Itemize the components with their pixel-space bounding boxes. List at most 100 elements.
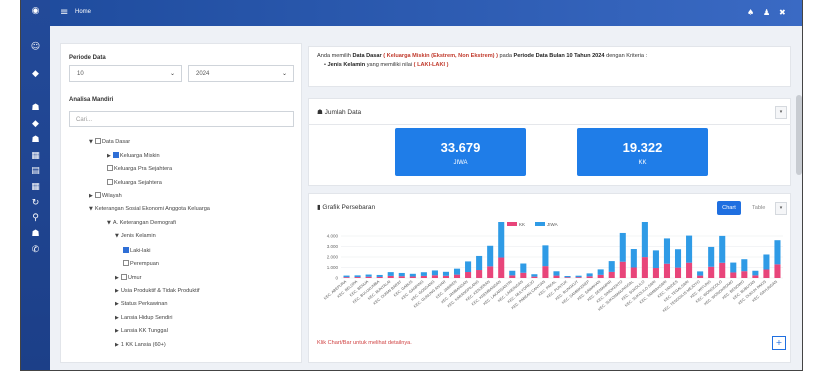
caret-right-icon[interactable]: ▶ <box>107 153 111 159</box>
legend-swatch <box>535 222 545 226</box>
tree-item[interactable]: Keluarga Pra Sejahtera <box>107 165 172 173</box>
page-scrollbar[interactable] <box>796 95 802 175</box>
collapse-button[interactable]: ▾ <box>775 202 787 215</box>
bar-kk <box>564 277 571 278</box>
tree-search-input[interactable]: Cari... <box>69 111 294 127</box>
group-icon[interactable]: ☗ <box>30 135 41 146</box>
bar-jiwa <box>531 274 538 277</box>
bar-kk <box>774 264 781 278</box>
team-icon[interactable]: ☗ <box>30 229 41 240</box>
bar-jiwa <box>453 268 461 275</box>
bar-kk <box>354 277 361 278</box>
map-icon[interactable]: ◆ <box>30 119 41 130</box>
bar-kk <box>730 272 737 278</box>
tree-item[interactable]: ▶ Keluarga Miskin <box>107 151 160 160</box>
tree-item[interactable]: ▶ Lansia KK Tunggal <box>115 328 168 335</box>
caret-down-icon[interactable]: ▼ <box>115 233 119 239</box>
hamburger-icon[interactable]: ≡ <box>60 7 68 18</box>
caret-down-icon[interactable]: ▼ <box>89 206 93 212</box>
tree-checkbox[interactable] <box>123 246 129 253</box>
caret-right-icon[interactable]: ▶ <box>115 315 119 321</box>
bell-icon[interactable]: ♠ <box>747 8 754 17</box>
tree-item-label: Keluarga Pra Sejahtera <box>114 166 173 173</box>
breadcrumb-home[interactable]: Home <box>75 9 91 15</box>
caret-right-icon[interactable]: ▶ <box>115 288 119 294</box>
tree-checkbox[interactable] <box>120 274 127 280</box>
bar-kk <box>398 276 405 278</box>
bar-jiwa <box>542 245 549 267</box>
tree-item[interactable]: ▶ Wilayah <box>89 192 122 200</box>
add-button[interactable]: + <box>772 336 786 350</box>
phone-icon[interactable]: ✆ <box>30 245 41 256</box>
tree-item[interactable]: ▼ Jenis Kelamin <box>115 233 156 240</box>
tree-checkbox[interactable] <box>94 138 101 144</box>
jumlah-data-title: ☗ Jumlah Data <box>317 108 362 116</box>
tree-item-label: Lansia KK Tunggal <box>120 328 168 335</box>
collapse-button[interactable]: ▾ <box>775 106 787 119</box>
grid-icon[interactable]: ▦ <box>30 182 41 193</box>
caret-down-icon[interactable]: ▼ <box>107 220 111 226</box>
caret-down-icon[interactable]: ▼ <box>89 139 93 145</box>
tree-item[interactable]: ▼ Keterangan Sosial Ekonomi Anggota Kelua… <box>89 206 210 213</box>
tree-checkbox[interactable] <box>112 151 119 158</box>
tree-item[interactable]: ▼ Data Dasar <box>89 138 130 146</box>
y-tick-label: 1.000 <box>327 265 339 270</box>
refresh-icon[interactable]: ↻ <box>30 198 41 209</box>
caret-right-icon[interactable]: ▶ <box>115 275 119 281</box>
tree-item-label: Keluarga Sejahtera <box>114 179 162 186</box>
dashboard-icon[interactable]: ◆ <box>30 69 41 80</box>
bar-jiwa <box>641 222 648 258</box>
tree-item[interactable]: Perempuan <box>123 260 159 268</box>
logo-icon[interactable]: ◉ <box>30 6 41 17</box>
bar-kk <box>465 272 472 278</box>
tree-item-label: Lansia Hidup Sendiri <box>120 314 173 321</box>
database-icon[interactable]: ▤ <box>30 166 41 177</box>
tree-checkbox[interactable] <box>107 178 113 185</box>
legend-label: JIWA <box>547 222 558 227</box>
users-icon[interactable]: ☗ <box>30 103 41 114</box>
caret-right-icon[interactable]: ▶ <box>89 193 93 199</box>
tree-item[interactable]: ▶ 1 KK Lansia (60+) <box>115 342 166 349</box>
fullscreen-icon[interactable]: ✖ <box>779 8 786 17</box>
bar-jiwa <box>509 270 516 276</box>
tree-item-label: Keluarga Miskin <box>119 152 160 159</box>
user-icon[interactable]: ☺ <box>30 42 41 53</box>
bar-kk <box>608 271 615 278</box>
tree-item-label: Usia Produktif & Tidak Produktif <box>120 287 200 294</box>
table-icon[interactable]: ▦ <box>30 151 41 162</box>
bar-jiwa <box>741 259 748 272</box>
stat-value: 33.679 <box>440 140 481 155</box>
bar-kk <box>509 275 516 278</box>
caret-right-icon[interactable]: ▶ <box>115 301 119 307</box>
caret-right-icon[interactable]: ▶ <box>115 328 119 334</box>
bar-jiwa <box>420 272 427 276</box>
bar-kk <box>520 272 527 278</box>
bar-jiwa <box>575 275 582 278</box>
tree-item[interactable]: ▶ Umur <box>115 274 142 282</box>
stat-jiwa[interactable]: 33.679 JIWA <box>395 128 526 176</box>
bar-kk <box>719 262 726 278</box>
tree-item-label: 1 KK Lansia (60+) <box>120 342 166 348</box>
tree-item[interactable]: ▶ Usia Produktif & Tidak Produktif <box>115 288 200 295</box>
tree-item[interactable]: ▶ Status Perkawinan <box>115 301 168 308</box>
search-icon[interactable]: ⚲ <box>30 213 41 224</box>
tree-item[interactable]: Laki-laki <box>123 246 151 255</box>
tree-item[interactable]: ▼ A. Keterangan Demografi <box>107 220 176 227</box>
tree-checkbox[interactable] <box>107 165 113 172</box>
chart-view-button[interactable]: Chart <box>717 201 741 215</box>
tree-checkbox[interactable] <box>94 192 101 199</box>
bar-kk <box>630 267 637 278</box>
stat-kk[interactable]: 19.322 KK <box>577 128 708 176</box>
table-view-button[interactable]: Table <box>752 205 765 211</box>
account-icon[interactable]: ♟ <box>763 8 770 17</box>
tree-checkbox[interactable] <box>123 260 129 267</box>
year-select[interactable]: 2024 ⌄ <box>188 65 294 82</box>
tree-item[interactable]: ▶ Lansia Hidup Sendiri <box>115 315 172 322</box>
selection-info-line1: Anda memilih Data Dasar ( Keluarga Miski… <box>317 53 648 59</box>
caret-right-icon[interactable]: ▶ <box>115 342 119 348</box>
bar-kk <box>442 275 450 278</box>
month-select[interactable]: 10 ⌄ <box>69 65 182 82</box>
bar-kk <box>420 275 427 278</box>
tree-item[interactable]: Keluarga Sejahtera <box>107 178 162 187</box>
stat-unit: KK <box>638 160 647 166</box>
